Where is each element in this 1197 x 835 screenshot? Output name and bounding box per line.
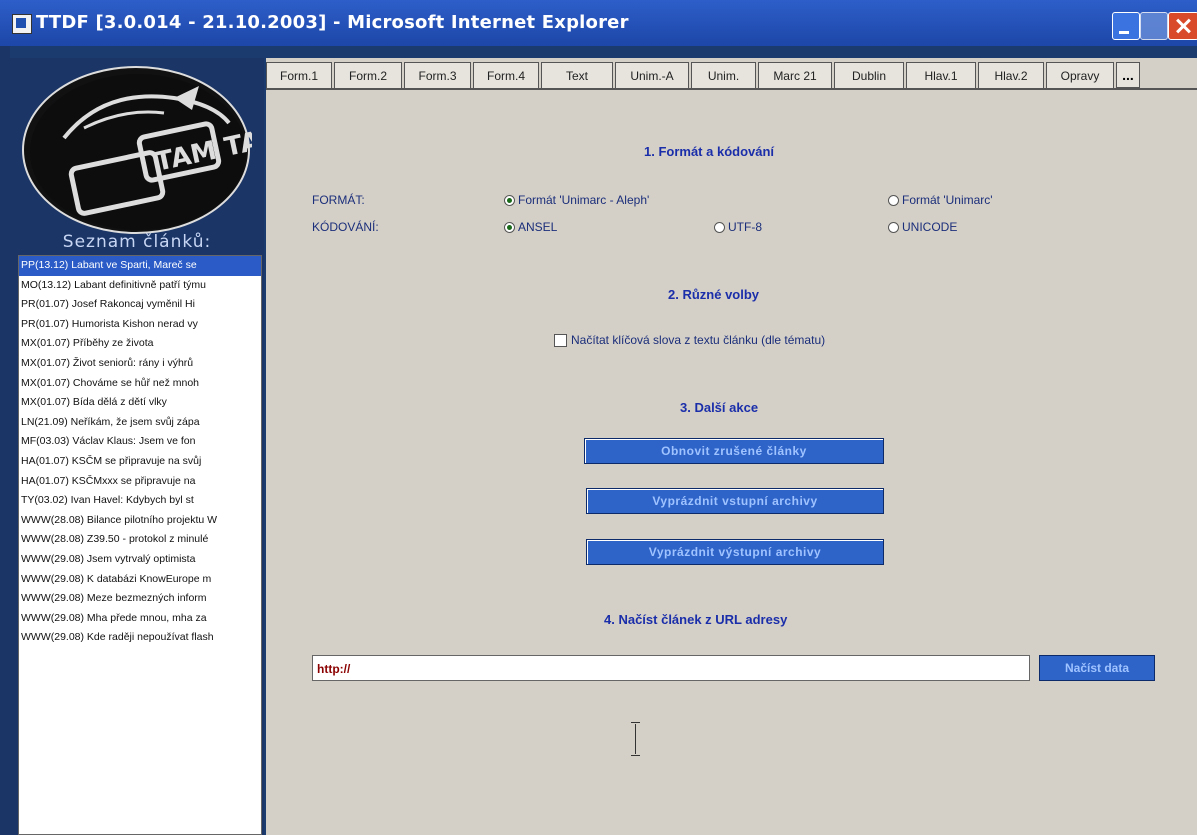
radio-encoding-utf8[interactable]: UTF-8: [714, 220, 762, 234]
list-item[interactable]: WWW(28.08) Z39.50 - protokol z minulé: [19, 530, 261, 550]
radio-format-unimarc[interactable]: Formát 'Unimarc': [888, 193, 993, 207]
article-list[interactable]: PP(13.12) Labant ve Sparti, Mareč se MO(…: [18, 255, 262, 835]
radio-dot: [714, 221, 725, 233]
list-item[interactable]: WWW(29.08) Kde raději nepoužívat flash: [19, 628, 261, 648]
tab-unim[interactable]: Unim.: [691, 62, 756, 88]
empty-input-archives-button[interactable]: Vyprázdnit vstupní archivy: [586, 488, 884, 514]
tab-text[interactable]: Text: [541, 62, 613, 88]
url-input[interactable]: http://: [312, 655, 1030, 681]
radio-dot: [888, 194, 899, 206]
tab-form4[interactable]: Form.4: [473, 62, 539, 88]
radio-label: UNICODE: [902, 220, 958, 234]
restore-articles-button[interactable]: Obnovit zrušené články: [584, 438, 884, 464]
list-item[interactable]: PR(01.07) Humorista Kishon nerad vy: [19, 315, 261, 335]
window-titlebar: TTDF [3.0.014 - 21.10.2003] - Microsoft …: [0, 0, 1197, 46]
radio-dot: [504, 221, 515, 233]
radio-dot: [888, 221, 899, 233]
tab-form3[interactable]: Form.3: [404, 62, 471, 88]
main-panel: Form.1 Form.2 Form.3 Form.4 Text Unim.-A…: [266, 58, 1197, 835]
app-icon: [12, 14, 32, 34]
section-url-title: 4. Načíst článek z URL adresy: [604, 612, 788, 627]
checkbox-label: Načítat klíčová slova z textu článku (dl…: [571, 333, 826, 347]
list-item[interactable]: HA(01.07) KSČM se připravuje na svůj: [19, 452, 261, 472]
tab-hlav1[interactable]: Hlav.1: [906, 62, 976, 88]
tab-opravy[interactable]: Opravy: [1046, 62, 1114, 88]
radio-dot: [504, 194, 515, 206]
maximize-button[interactable]: [1140, 12, 1168, 40]
keywords-checkbox[interactable]: Načítat klíčová slova z textu článku (dl…: [554, 333, 825, 347]
tab-bar: Form.1 Form.2 Form.3 Form.4 Text Unim.-A…: [266, 62, 1197, 90]
list-item[interactable]: WWW(29.08) Meze bezmezných inform: [19, 589, 261, 609]
window-title: TTDF [3.0.014 - 21.10.2003] - Microsoft …: [36, 12, 629, 33]
section-actions-title: 3. Další akce: [680, 400, 759, 415]
tab-dublin[interactable]: Dublin: [834, 62, 904, 88]
tab-form1[interactable]: Form.1: [266, 62, 332, 88]
list-item[interactable]: WWW(29.08) Jsem vytrvalý optimista: [19, 550, 261, 570]
tab-marc21[interactable]: Marc 21: [758, 62, 832, 88]
radio-encoding-unicode[interactable]: UNICODE: [888, 220, 957, 234]
list-item[interactable]: LN(21.09) Neříkám, že jsem svůj zápa: [19, 413, 261, 433]
list-item[interactable]: PR(01.07) Josef Rakoncaj vyměnil Hi: [19, 295, 261, 315]
tab-hlav2[interactable]: Hlav.2: [978, 62, 1044, 88]
list-item[interactable]: TY(03.02) Ivan Havel: Kdybych byl st: [19, 491, 261, 511]
window-frame: [0, 46, 10, 835]
list-item[interactable]: WWW(29.08) Mha přede mnou, mha za: [19, 609, 261, 629]
list-item[interactable]: WWW(28.08) Bilance pilotního projektu W: [19, 511, 261, 531]
load-data-button[interactable]: Načíst data: [1039, 655, 1155, 681]
list-item[interactable]: MF(03.03) Václav Klaus: Jsem ve fon: [19, 432, 261, 452]
sidebar: TAM TAM Seznam článků: PP(13.12) Labant …: [10, 58, 264, 835]
format-label: FORMÁT:: [312, 193, 365, 207]
more-tabs-button[interactable]: ...: [1116, 62, 1140, 88]
list-item[interactable]: WWW(29.08) K databázi KnowEurope m: [19, 570, 261, 590]
radio-label: Formát 'Unimarc': [902, 193, 993, 207]
list-item[interactable]: HA(01.07) KSČMxxx se připravuje na: [19, 472, 261, 492]
tab-form2[interactable]: Form.2: [334, 62, 402, 88]
section-format-title: 1. Formát a kódování: [644, 144, 775, 159]
list-item[interactable]: MX(01.07) Příběhy ze života: [19, 334, 261, 354]
text-cursor-icon: [630, 722, 642, 756]
list-item[interactable]: MO(13.12) Labant definitivně patří týmu: [19, 276, 261, 296]
radio-label: UTF-8: [728, 220, 762, 234]
section-options-title: 2. Různé volby: [668, 287, 760, 302]
radio-format-unimarc-aleph[interactable]: Formát 'Unimarc - Aleph': [504, 193, 649, 207]
radio-encoding-ansel[interactable]: ANSEL: [504, 220, 557, 234]
article-list-heading: Seznam článků:: [62, 232, 212, 252]
list-item[interactable]: MX(01.07) Bída dělá z dětí vlky: [19, 393, 261, 413]
list-item[interactable]: PP(13.12) Labant ve Sparti, Mareč se: [19, 256, 261, 276]
list-item[interactable]: MX(01.07) Chováme se hůř než mnoh: [19, 374, 261, 394]
close-button[interactable]: [1168, 12, 1197, 40]
checkbox-box: [554, 333, 567, 347]
tamtam-logo: TAM TAM: [22, 66, 252, 234]
minimize-button[interactable]: [1112, 12, 1140, 40]
list-item[interactable]: MX(01.07) Život seniorů: rány i výhrů: [19, 354, 261, 374]
empty-output-archives-button[interactable]: Vyprázdnit výstupní archivy: [586, 539, 884, 565]
radio-label: Formát 'Unimarc - Aleph': [518, 193, 650, 207]
tab-unim-a[interactable]: Unim.-A: [615, 62, 689, 88]
encoding-label: KÓDOVÁNÍ:: [312, 220, 379, 234]
radio-label: ANSEL: [518, 220, 558, 234]
tab-divider: [266, 88, 1197, 90]
